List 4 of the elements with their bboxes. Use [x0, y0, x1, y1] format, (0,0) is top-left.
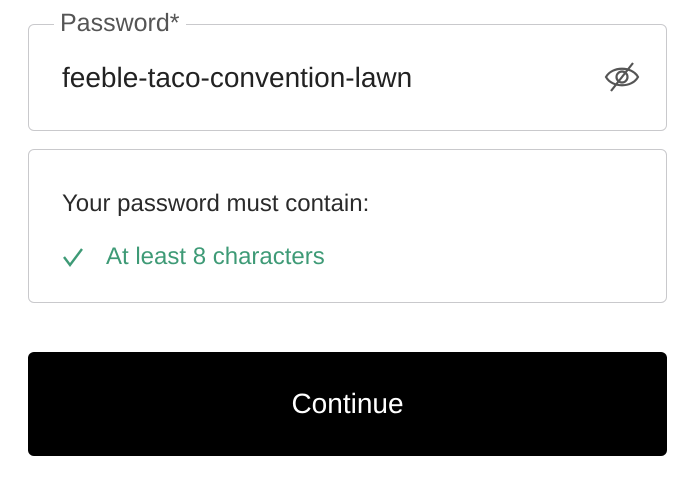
continue-button[interactable]: Continue	[28, 352, 667, 456]
eye-slash-icon[interactable]	[603, 61, 641, 93]
requirements-heading: Your password must contain:	[62, 189, 370, 219]
requirement-text: At least 8 characters	[106, 242, 325, 272]
